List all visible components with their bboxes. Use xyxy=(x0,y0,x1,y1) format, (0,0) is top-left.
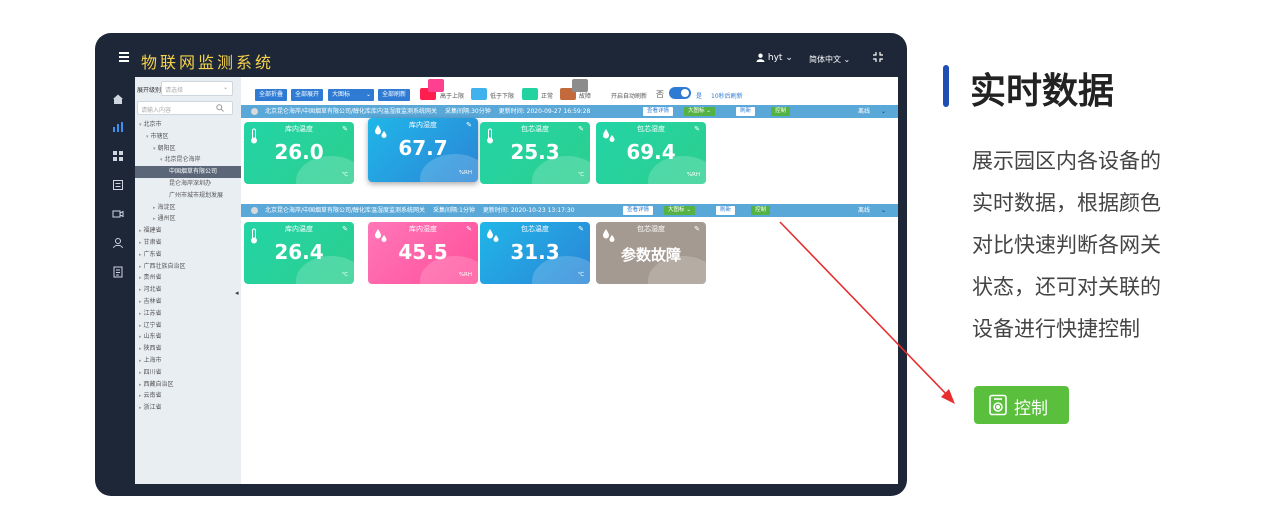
title-accent-bar xyxy=(943,65,949,107)
description-line: 展示园区内各设备的 xyxy=(972,149,1161,173)
control-button-label: 控制 xyxy=(1014,399,1048,419)
description-line: 对比快速判断各网关 xyxy=(972,233,1161,257)
feature-description: 展示园区内各设备的 实时数据，根据颜色 对比快速判断各网关 状态，还可对关联的 … xyxy=(972,140,1212,350)
description-line: 设备进行快捷控制 xyxy=(972,317,1140,341)
description-line: 状态，还可对关联的 xyxy=(972,275,1161,299)
remote-control-icon xyxy=(989,394,1007,416)
control-button[interactable]: 控制 xyxy=(974,386,1069,424)
description-line: 实时数据，根据颜色 xyxy=(972,191,1161,215)
feature-title: 实时数据 xyxy=(970,71,1115,112)
